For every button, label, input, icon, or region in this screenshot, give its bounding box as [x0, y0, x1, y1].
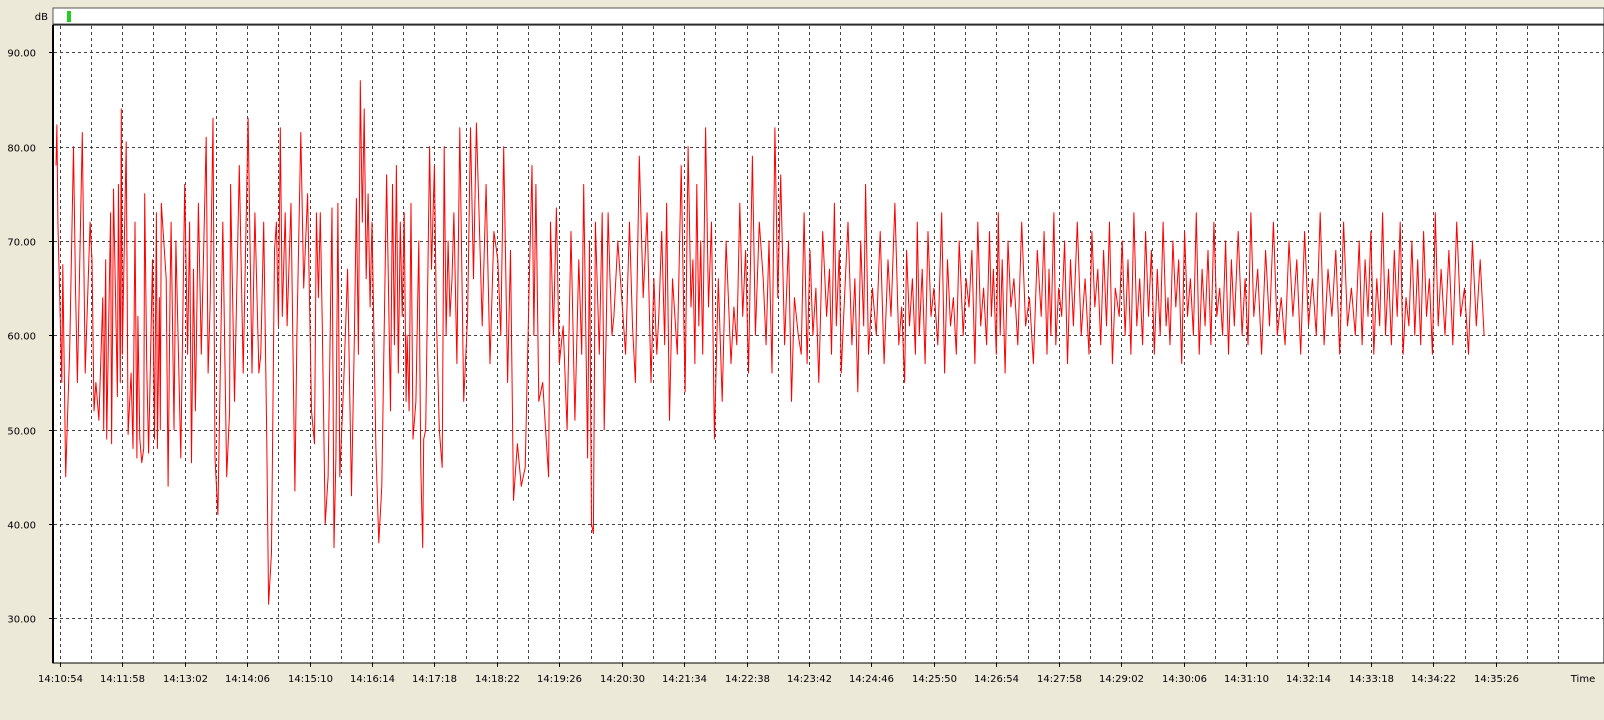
y-tick-label: 80.00 [7, 144, 36, 155]
top-strip [52, 7, 1604, 25]
x-tick-label: 14:26:54 [974, 674, 1019, 685]
chart-window: dB 30.00 40.00 50.00 60.00 70.00 80.00 90.00 14:… [0, 0, 1604, 720]
x-tick-label: 14:20:30 [600, 674, 645, 685]
x-tick-label: 14:30:06 [1162, 674, 1207, 685]
x-tick-label: 14:24:46 [849, 674, 894, 685]
x-tick-label: 14:22:38 [725, 674, 770, 685]
position-indicator[interactable] [67, 11, 71, 22]
x-tick-label: 14:16:14 [350, 674, 395, 685]
chart: dB 30.00 40.00 50.00 60.00 70.00 80.00 90.00 14:… [7, 7, 1604, 685]
y-axis-unit-label: dB [35, 12, 48, 23]
x-tick-label: 14:29:02 [1099, 674, 1144, 685]
x-tick-label: 14:17:18 [412, 674, 457, 685]
x-tick-label: 14:31:10 [1224, 674, 1269, 685]
x-tick-label: 14:25:50 [912, 674, 957, 685]
x-tick-label: 14:15:10 [288, 674, 333, 685]
x-tick-label: 14:27:58 [1037, 674, 1082, 685]
x-tick-label: 14:21:34 [662, 674, 707, 685]
x-tick-label: 14:10:54 [38, 674, 83, 685]
x-axis-label: Time [1570, 674, 1595, 685]
x-tick-label: 14:32:14 [1286, 674, 1331, 685]
y-tick-label: 90.00 [7, 49, 36, 60]
x-tick-label: 14:33:18 [1349, 674, 1394, 685]
x-tick-label: 14:19:26 [537, 674, 582, 685]
y-tick-label: 50.00 [7, 427, 36, 438]
y-tick-label: 60.00 [7, 332, 36, 343]
x-tick-label: 14:13:02 [163, 674, 208, 685]
x-tick-label: 14:11:58 [100, 674, 145, 685]
y-tick-label: 40.00 [7, 521, 36, 532]
x-tick-label: 14:14:06 [225, 674, 270, 685]
x-tick-label: 14:18:22 [475, 674, 520, 685]
y-tick-label: 70.00 [7, 238, 36, 249]
y-tick-label: 30.00 [7, 615, 36, 626]
x-tick-label: 14:23:42 [787, 674, 832, 685]
x-tick-label: 14:34:22 [1411, 674, 1456, 685]
x-tick-label: 14:35:26 [1474, 674, 1519, 685]
